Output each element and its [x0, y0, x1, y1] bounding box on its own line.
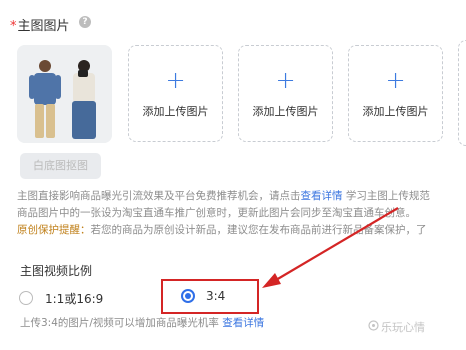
watermark: 乐玩心情 [381, 321, 425, 334]
watermark-logo-icon [368, 320, 379, 331]
view-details-link-2[interactable]: 查看详情 [222, 317, 264, 329]
video-ratio-note: 上传3:4的图片/视频可以增加商品曝光机率 查看详情 [20, 317, 265, 329]
annotation-arrow [262, 207, 399, 288]
